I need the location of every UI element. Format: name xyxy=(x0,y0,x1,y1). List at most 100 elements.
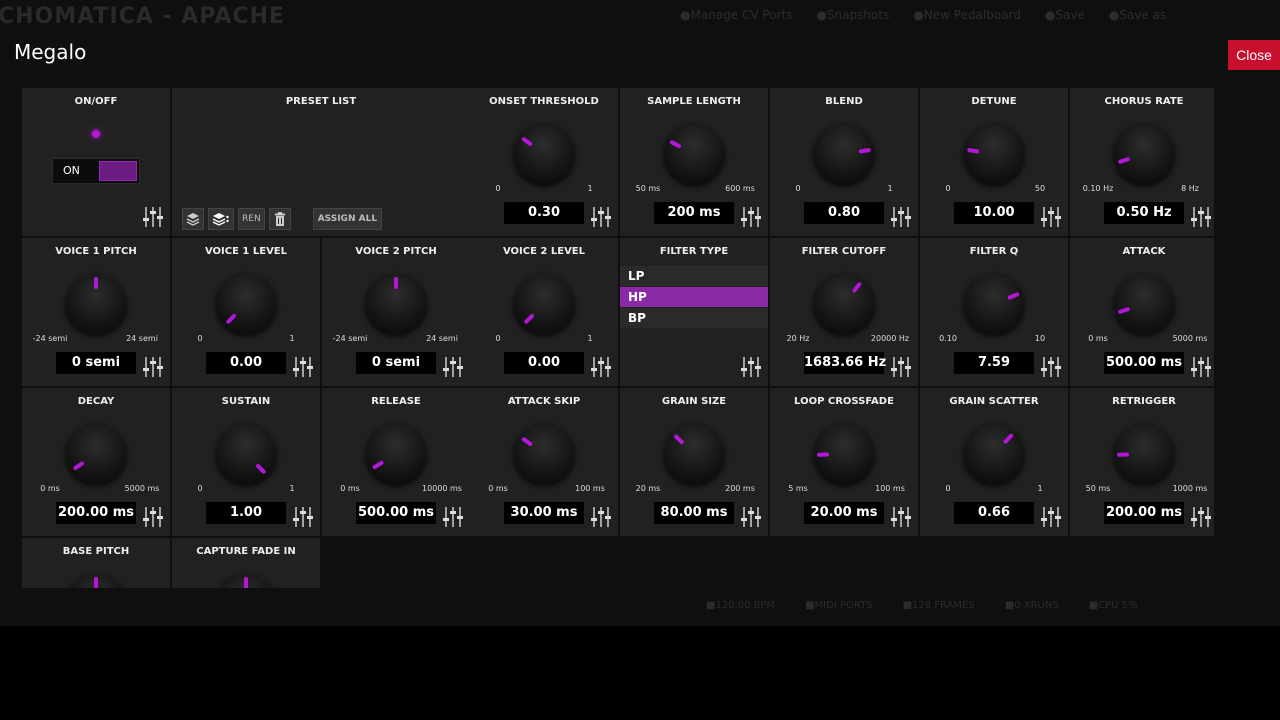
assign-all-button[interactable]: ASSIGN ALL xyxy=(312,208,383,230)
sample-length-max: 600 ms xyxy=(725,184,755,193)
voice-1-pitch-min: -24 semi xyxy=(32,334,68,343)
detune-value-input[interactable]: 10.00 xyxy=(954,202,1034,224)
rename-preset-button[interactable]: REN xyxy=(238,208,265,230)
attack-skip-knob[interactable] xyxy=(514,424,574,484)
sustain-value-input[interactable]: 1.00 xyxy=(206,502,286,524)
blend-knob[interactable] xyxy=(814,124,874,184)
background-action: New Pedalboard xyxy=(913,8,1021,22)
voice-2-level-value-input[interactable]: 0.00 xyxy=(504,352,584,374)
onset-threshold-min: 0 xyxy=(495,184,501,193)
blend-value-input[interactable]: 0.80 xyxy=(804,202,884,224)
grain-size-knob[interactable] xyxy=(664,424,724,484)
mixer-sliders-icon[interactable] xyxy=(1040,356,1062,378)
save-as-preset-button[interactable] xyxy=(208,208,234,230)
mixer-sliders-icon[interactable] xyxy=(890,506,912,528)
mixer-sliders-icon[interactable] xyxy=(142,206,164,228)
base-pitch-knob[interactable] xyxy=(66,574,126,588)
mixer-sliders-icon[interactable] xyxy=(292,356,314,378)
background-action: Manage CV Ports xyxy=(680,8,792,22)
capture-fade-in-cell: CAPTURE FADE IN xyxy=(172,538,320,588)
grain-size-max: 200 ms xyxy=(725,484,755,493)
voice-2-level-knob[interactable] xyxy=(514,274,574,334)
release-value-input[interactable]: 500.00 ms xyxy=(356,502,436,524)
background-status: MIDI PORTS xyxy=(805,600,873,611)
onset-threshold-value-input[interactable]: 0.30 xyxy=(504,202,584,224)
layers-save-icon xyxy=(186,213,200,226)
attack-value-input[interactable]: 500.00 ms xyxy=(1104,352,1184,374)
mixer-sliders-icon[interactable] xyxy=(590,206,612,228)
sustain-knob[interactable] xyxy=(216,424,276,484)
voice-1-level-value-input[interactable]: 0.00 xyxy=(206,352,286,374)
attack-skip-value-input[interactable]: 30.00 ms xyxy=(504,502,584,524)
blend-cell: BLEND 0 1 0.80 xyxy=(770,88,918,236)
sample-length-knob[interactable] xyxy=(664,124,724,184)
loop-crossfade-knob[interactable] xyxy=(814,424,874,484)
mixer-sliders-icon[interactable] xyxy=(1190,206,1212,228)
detune-knob[interactable] xyxy=(964,124,1024,184)
filter-cutoff-value-input[interactable]: 1683.66 Hz xyxy=(804,352,886,374)
close-button[interactable]: Close xyxy=(1228,40,1280,70)
attack-max: 5000 ms xyxy=(1172,334,1208,343)
grain-scatter-value-input[interactable]: 0.66 xyxy=(954,502,1034,524)
chorus-rate-knob[interactable] xyxy=(1114,124,1174,184)
grain-size-value-input[interactable]: 80.00 ms xyxy=(654,502,734,524)
preset-list-cell: PRESET LIST REN ASSIGN ALL xyxy=(172,88,470,236)
voice-1-pitch-knob[interactable] xyxy=(66,274,126,334)
release-knob[interactable] xyxy=(366,424,426,484)
chorus-rate-value-input[interactable]: 0.50 Hz xyxy=(1104,202,1184,224)
mixer-sliders-icon[interactable] xyxy=(740,506,762,528)
mixer-sliders-icon[interactable] xyxy=(590,356,612,378)
filter-q-cell: FILTER Q 0.10 10 7.59 xyxy=(920,238,1068,386)
voice-2-level-cell: VOICE 2 LEVEL 0 1 0.00 xyxy=(470,238,618,386)
retrigger-knob[interactable] xyxy=(1114,424,1174,484)
release-min: 0 ms xyxy=(340,484,360,493)
mixer-sliders-icon[interactable] xyxy=(1040,206,1062,228)
mixer-sliders-icon[interactable] xyxy=(442,506,464,528)
background-status: CPU 5% xyxy=(1089,600,1137,611)
mixer-sliders-icon[interactable] xyxy=(442,356,464,378)
voice-2-pitch-value-input[interactable]: 0 semi xyxy=(356,352,436,374)
save-preset-button[interactable] xyxy=(182,208,204,230)
attack-skip-min: 0 ms xyxy=(488,484,508,493)
knob-indicator xyxy=(1007,291,1020,301)
mixer-sliders-icon[interactable] xyxy=(890,206,912,228)
onoff-toggle[interactable]: ON xyxy=(52,158,140,184)
grain-scatter-knob[interactable] xyxy=(964,424,1024,484)
mixer-sliders-icon[interactable] xyxy=(1190,356,1212,378)
capture-fade-in-knob[interactable] xyxy=(216,574,276,588)
mixer-sliders-icon[interactable] xyxy=(740,356,762,378)
voice-2-pitch-knob[interactable] xyxy=(366,274,426,334)
decay-label: DECAY xyxy=(77,396,115,407)
mixer-sliders-icon[interactable] xyxy=(590,506,612,528)
knob-indicator xyxy=(967,147,980,154)
filter-q-value-input[interactable]: 7.59 xyxy=(954,352,1034,374)
loop-crossfade-value-input[interactable]: 20.00 ms xyxy=(804,502,884,524)
filter-cutoff-knob[interactable] xyxy=(814,274,874,334)
mixer-sliders-icon[interactable] xyxy=(890,356,912,378)
retrigger-max: 1000 ms xyxy=(1172,484,1208,493)
onset-threshold-cell: ONSET THRESHOLD 0 1 0.30 xyxy=(470,88,618,236)
filter-option-bp[interactable]: BP xyxy=(620,308,768,328)
mixer-sliders-icon[interactable] xyxy=(1190,506,1212,528)
mixer-sliders-icon[interactable] xyxy=(142,356,164,378)
voice-2-level-max: 1 xyxy=(587,334,593,343)
voice-1-level-label: VOICE 1 LEVEL xyxy=(204,246,288,257)
onset-threshold-knob[interactable] xyxy=(514,124,574,184)
filter-option-lp[interactable]: LP xyxy=(620,266,768,286)
delete-preset-button[interactable] xyxy=(268,208,291,230)
decay-value-input[interactable]: 200.00 ms xyxy=(56,502,136,524)
filter-option-hp[interactable]: HP xyxy=(620,287,768,307)
mixer-sliders-icon[interactable] xyxy=(740,206,762,228)
voice-1-level-knob[interactable] xyxy=(216,274,276,334)
mixer-sliders-icon[interactable] xyxy=(292,506,314,528)
retrigger-value-input[interactable]: 200.00 ms xyxy=(1104,502,1184,524)
sample-length-value-input[interactable]: 200 ms xyxy=(654,202,734,224)
attack-knob[interactable] xyxy=(1114,274,1174,334)
mixer-sliders-icon[interactable] xyxy=(1040,506,1062,528)
mixer-sliders-icon[interactable] xyxy=(142,506,164,528)
grain-size-min: 20 ms xyxy=(635,484,661,493)
decay-knob[interactable] xyxy=(66,424,126,484)
filter-q-knob[interactable] xyxy=(964,274,1024,334)
voice-1-level-cell: VOICE 1 LEVEL 0 1 0.00 xyxy=(172,238,320,386)
voice-1-pitch-value-input[interactable]: 0 semi xyxy=(56,352,136,374)
